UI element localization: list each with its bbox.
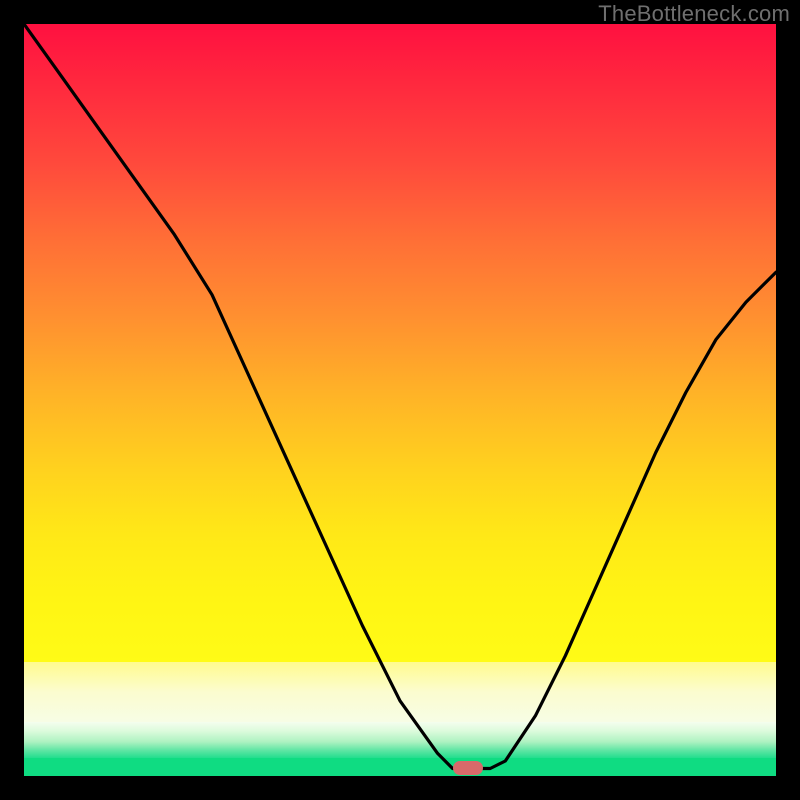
bottleneck-curve — [24, 24, 776, 776]
plot-area — [24, 24, 776, 776]
chart-frame: TheBottleneck.com — [0, 0, 800, 800]
optimal-marker — [453, 761, 483, 775]
